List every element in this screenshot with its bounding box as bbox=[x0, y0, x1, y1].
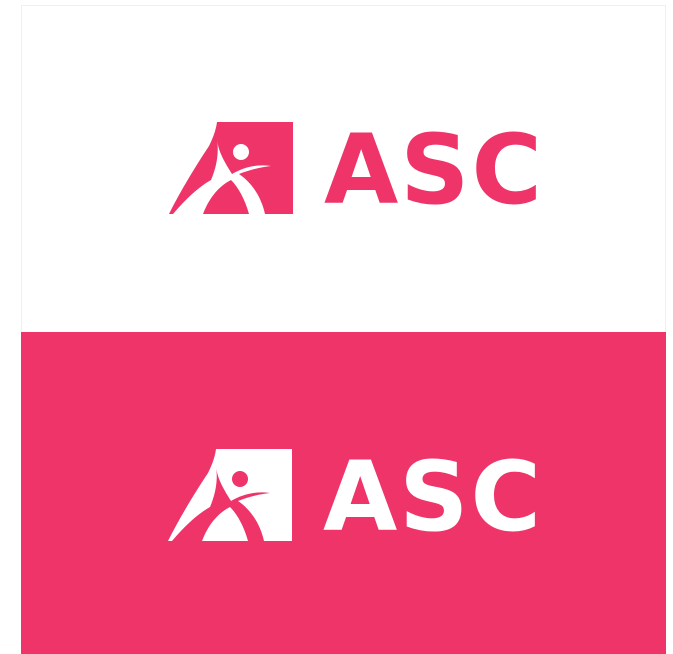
brand-wordmark: ASC bbox=[324, 114, 544, 226]
logo-panel-pink: ASC bbox=[21, 332, 666, 654]
logo-panel-light: ASC bbox=[21, 5, 666, 332]
figure-arch-logo-icon bbox=[169, 122, 293, 214]
brand-wordmark: ASC bbox=[323, 441, 543, 553]
figure-arch-logo-icon bbox=[168, 449, 292, 541]
logo-lockup-white: ASC bbox=[168, 449, 541, 549]
logo-sheet: ASC ASC bbox=[21, 5, 666, 654]
logo-lockup-pink: ASC bbox=[169, 122, 542, 222]
